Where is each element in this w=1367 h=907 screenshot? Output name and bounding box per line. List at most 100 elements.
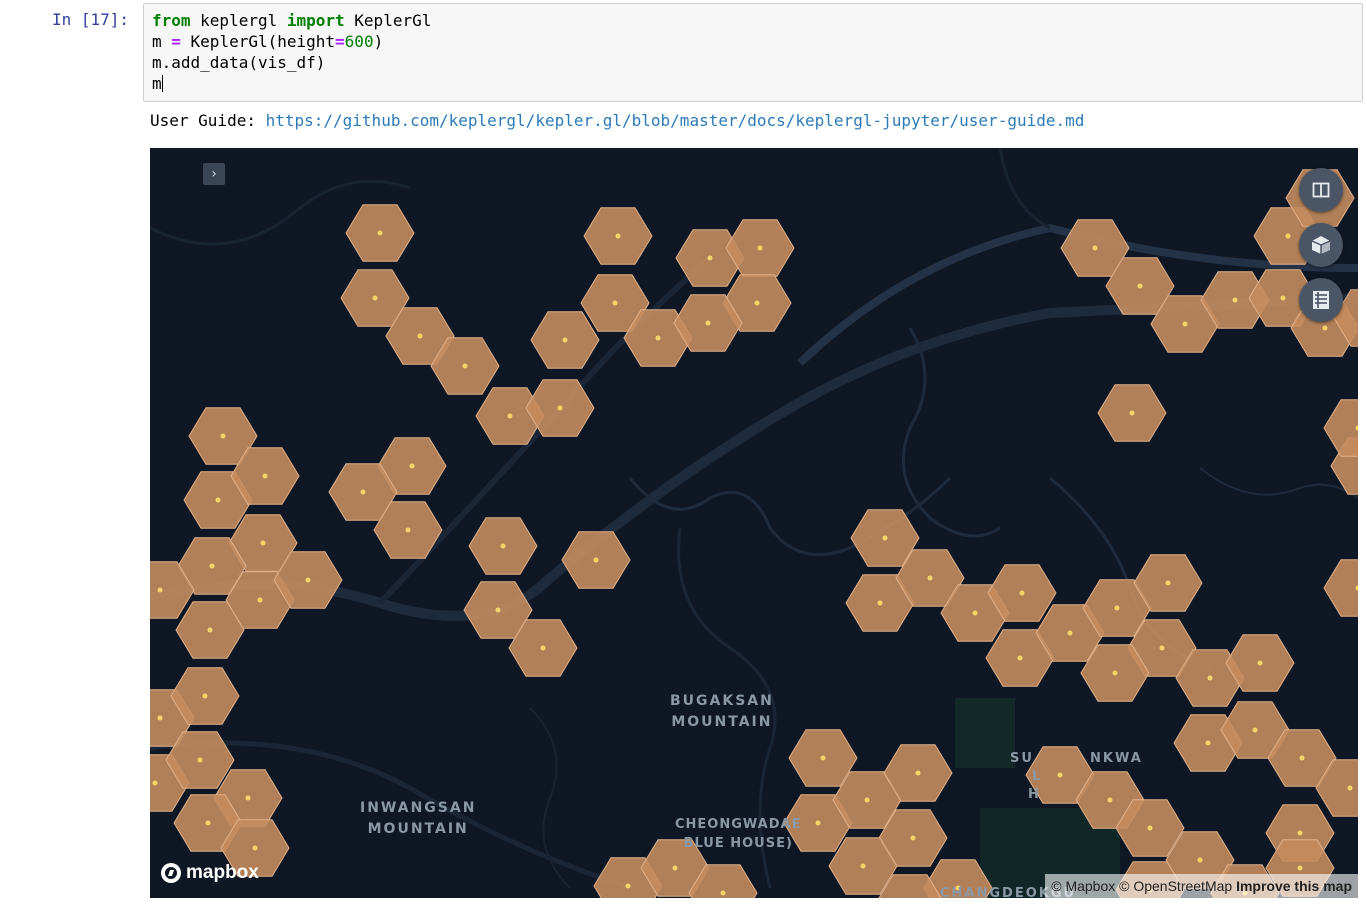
hex-centroid-point [1347, 785, 1353, 791]
user-guide-link[interactable]: https://github.com/keplergl/kepler.gl/bl… [266, 111, 1085, 130]
hex-centroid-point [1165, 580, 1171, 586]
hex-centroid-point [152, 780, 158, 786]
label-h: H [1028, 787, 1041, 802]
hex-layer [150, 169, 1358, 898]
hex-centroid-point [372, 295, 378, 301]
hex-centroid-point [262, 473, 268, 479]
hex-centroid-point [754, 300, 760, 306]
hex-centroid-point [655, 335, 661, 341]
hex-centroid-point [864, 797, 870, 803]
hex-centroid-point [1017, 655, 1023, 661]
hex-centroid-point [360, 489, 366, 495]
hex-centroid-point [252, 845, 258, 851]
label-su: SU [1010, 751, 1034, 766]
map-basemap [150, 148, 1358, 898]
hex-centroid-point [257, 597, 263, 603]
side-panel-toggle-button[interactable]: › [203, 163, 225, 185]
hex-centroid-point [1114, 605, 1120, 611]
hex-centroid-point [720, 890, 726, 896]
code-line-2: m = KeplerGl(height=600) [152, 32, 384, 51]
hex-centroid-point [1299, 755, 1305, 761]
hex-centroid-point [205, 820, 211, 826]
mapbox-icon [161, 863, 181, 883]
mapbox-logo[interactable]: mapbox [160, 862, 259, 884]
hex-centroid-point [1297, 865, 1303, 871]
hex-centroid-point [417, 333, 423, 339]
cell-prompt: In [17]: [52, 10, 130, 29]
hex-centroid-point [557, 405, 563, 411]
hex-centroid-point [1137, 283, 1143, 289]
legend-icon [1313, 291, 1329, 309]
hex-centroid-point [495, 607, 501, 613]
hex-centroid-point [915, 770, 921, 776]
hex-centroid-point [612, 300, 618, 306]
hex-centroid-point [757, 245, 763, 251]
hex-centroid-point [1280, 295, 1286, 301]
improve-map-link[interactable]: Improve this map [1236, 878, 1352, 894]
hex-centroid-point [1159, 645, 1165, 651]
hex-centroid-point [705, 320, 711, 326]
hex-centroid-point [207, 627, 213, 633]
hex-centroid-point [377, 230, 383, 236]
hex-centroid-point [1252, 727, 1258, 733]
map-attribution: © Mapbox © OpenStreetMap Improve this ma… [1045, 874, 1358, 898]
hex-centroid-point [220, 433, 226, 439]
hex-centroid-point [672, 865, 678, 871]
hex-centroid-point [1112, 670, 1118, 676]
hex-centroid-point [1092, 245, 1098, 251]
hex-centroid-point [1107, 797, 1113, 803]
hex-centroid-point [910, 835, 916, 841]
hex-centroid-point [1297, 830, 1303, 836]
label-inwangsan: INWANGSAN MOUNTAIN [360, 800, 477, 837]
hex-centroid-point [157, 587, 163, 593]
hex-centroid-point [593, 557, 599, 563]
code-line-1: from keplergl import KeplerGl [152, 11, 432, 30]
hex-centroid-point [1057, 772, 1063, 778]
attribution-links[interactable]: © Mapbox © OpenStreetMap [1051, 878, 1236, 894]
hex-centroid-point [500, 543, 506, 549]
3d-view-icon [1311, 236, 1331, 254]
hex-centroid-point [1147, 825, 1153, 831]
hex-centroid-point [877, 600, 883, 606]
hex-centroid-point [1257, 660, 1263, 666]
label-nkwa: NKWA [1090, 751, 1143, 766]
hex-centroid-point [507, 413, 513, 419]
hex-centroid-point [615, 233, 621, 239]
legend-button[interactable] [1299, 278, 1343, 322]
hex-centroid-point [1232, 297, 1238, 303]
hex-centroid-point [1197, 857, 1203, 863]
hex-centroid-point [215, 497, 221, 503]
hex-centroid-point [1207, 675, 1213, 681]
hex-centroid-point [157, 715, 163, 721]
label-cheongwadae: CHEONGWADAE BLUE HOUSE) [675, 817, 802, 851]
hex-centroid-point [1019, 590, 1025, 596]
code-line-4: m [152, 74, 163, 93]
split-map-button[interactable] [1299, 168, 1343, 212]
hex-centroid-point [409, 463, 415, 469]
code-cell-input[interactable]: from keplergl import KeplerGl m = Kepler… [143, 3, 1363, 102]
label-bugaksan: BUGAKSAN MOUNTAIN [670, 693, 774, 730]
hex-centroid-point [625, 883, 631, 889]
hex-centroid-point [707, 255, 713, 261]
hex-centroid-point [245, 795, 251, 801]
hex-centroid-point [1285, 233, 1291, 239]
hex-centroid-point [820, 755, 826, 761]
hex-centroid-point [305, 577, 311, 583]
hex-centroid-point [1322, 325, 1328, 331]
hex-centroid-point [882, 535, 888, 541]
kepler-map[interactable]: › BUGAKSAN MOUNTAIN INWANGSAN MOUNTAIN C… [150, 148, 1358, 898]
split-map-icon [1312, 182, 1330, 198]
hex-centroid-point [972, 610, 978, 616]
hex-centroid-point [202, 693, 208, 699]
hex-centroid-point [1067, 630, 1073, 636]
hex-centroid-point [1205, 740, 1211, 746]
hex-centroid-point [197, 757, 203, 763]
code-line-3: m.add_data(vis_df) [152, 53, 326, 72]
hex-cell[interactable] [1323, 559, 1358, 617]
hex-centroid-point [860, 863, 866, 869]
hex-centroid-point [1182, 321, 1188, 327]
text-cursor [161, 75, 163, 92]
hex-centroid-point [562, 337, 568, 343]
3d-view-button[interactable] [1299, 223, 1343, 267]
hex-cell[interactable] [1323, 399, 1358, 457]
